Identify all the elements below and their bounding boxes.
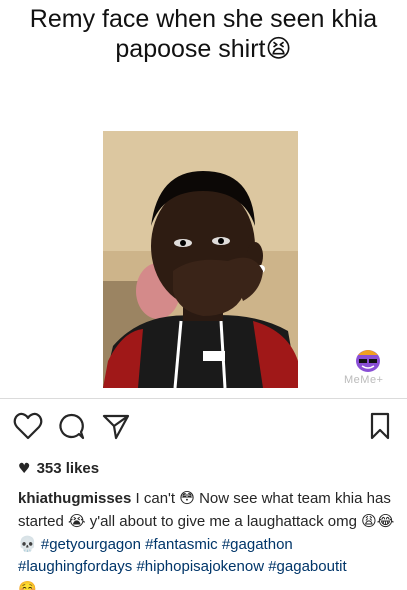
- meme-caption-line2-wrap: papoose shirt😫: [0, 34, 407, 64]
- likes-label: 353 likes: [36, 460, 100, 477]
- hashtag-gagathon[interactable]: #gagathon: [222, 536, 293, 553]
- divider: [0, 398, 407, 399]
- hashtag-gagaboutit[interactable]: #gagaboutit: [268, 558, 346, 575]
- caption-text-3: y'all about to give me a laughattack omg: [85, 513, 362, 530]
- comment-button[interactable]: [55, 410, 87, 442]
- post-caption: khiathugmisses I can't 😳 Now see what te…: [18, 487, 403, 590]
- heart-outline-icon: [13, 412, 43, 440]
- hashtag-laughingfordays[interactable]: #laughingfordays: [18, 558, 132, 575]
- crying-emoji: 😭: [68, 512, 86, 530]
- post-photo[interactable]: [103, 131, 298, 388]
- caption-username[interactable]: khiathugmisses: [18, 490, 131, 507]
- save-button[interactable]: [366, 410, 394, 442]
- meme-caption-line1: Remy face when she seen khia: [29, 5, 378, 33]
- hashtag-getyourgagon[interactable]: #getyourgagon: [41, 536, 141, 553]
- meme-caption: Remy face when she seen khia papoose shi…: [0, 4, 407, 64]
- meme-caption-line2: papoose shirt: [115, 35, 266, 63]
- hashtag-fantasmic[interactable]: #fantasmic: [145, 536, 218, 553]
- share-button[interactable]: [100, 410, 132, 442]
- smiling-emoji: ☺️: [18, 580, 37, 590]
- watermark-text: MeMe+: [344, 374, 384, 386]
- flushed-emoji: 😳: [179, 489, 195, 507]
- send-paper-plane-icon: [102, 414, 130, 440]
- bookmark-icon: [370, 412, 390, 440]
- heart-filled-icon: ♥: [18, 460, 31, 477]
- likes-count[interactable]: ♥ 353 likes: [18, 460, 99, 477]
- photo-illustration: [103, 131, 298, 388]
- hashtag-hiphopisajokenow[interactable]: #hiphopisajokenow: [136, 558, 264, 575]
- like-button[interactable]: [12, 410, 44, 442]
- caption-text-1: I can't: [131, 490, 180, 507]
- tired-face-emoji: 😫: [265, 34, 292, 63]
- comment-bubble-icon: [59, 413, 85, 440]
- action-bar: [0, 408, 407, 444]
